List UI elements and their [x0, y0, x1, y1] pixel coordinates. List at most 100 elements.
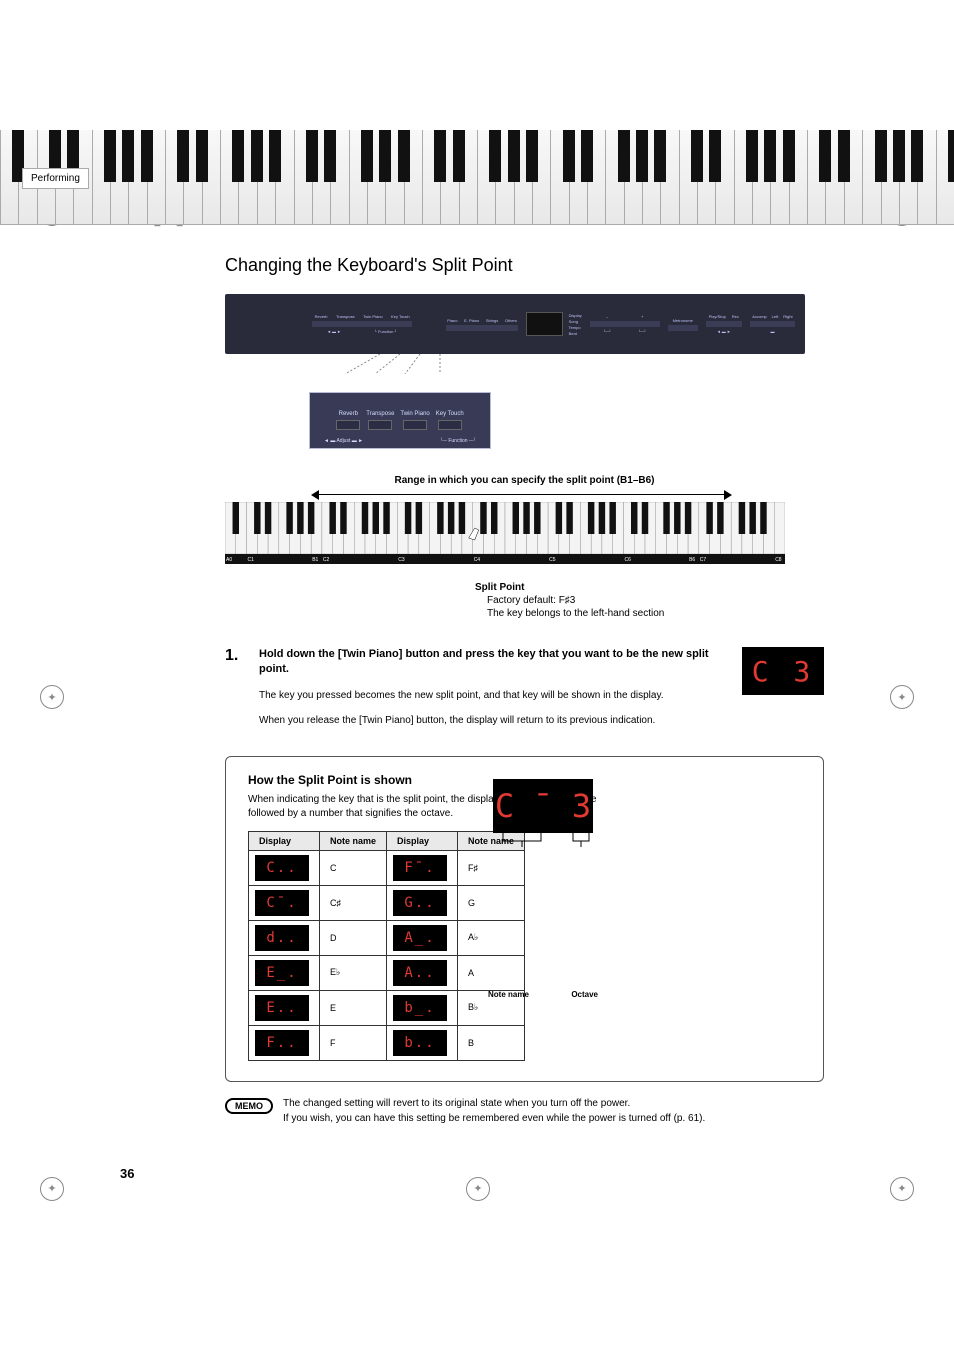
step-text: When you release the [Twin Piano] button… — [259, 713, 730, 728]
page-number: 36 — [120, 1166, 954, 1181]
panel-sub: ◄ ▬ ► — [327, 329, 341, 334]
panel-sub: └─┘ — [638, 329, 647, 334]
memo-text: The changed setting will revert to its o… — [283, 1096, 705, 1111]
svg-text:B6: B6 — [689, 557, 695, 563]
panel-label: Strings — [486, 318, 498, 323]
table-header: Display — [249, 831, 320, 850]
note-name-cell: E♭ — [320, 955, 387, 990]
seven-segment-display: C 3 — [742, 647, 824, 695]
svg-text:C2: C2 — [323, 557, 330, 563]
svg-text:C5: C5 — [549, 557, 556, 563]
panel-zoom-graphic: Reverb Transpose Twin Piano Key Touch ◄ … — [309, 392, 491, 449]
callout-default: Factory default: F♯3 — [487, 595, 824, 606]
table-header: Note name — [320, 831, 387, 850]
panel-sub: └─┘ — [603, 329, 612, 334]
annotation-label: Octave — [571, 990, 598, 999]
panel-label: Right — [783, 314, 792, 319]
seven-segment-display: C.. — [255, 855, 309, 881]
table-row: E_.E♭A..A — [249, 955, 525, 990]
panel-label: Transpose — [336, 314, 355, 319]
svg-text:C7: C7 — [700, 557, 707, 563]
callout-note: The key belongs to the left-hand section — [487, 608, 824, 619]
panel-label: Play/Stop — [709, 314, 726, 319]
table-row: F.. Fb.. B — [249, 1025, 525, 1060]
panel-label: + — [641, 314, 643, 319]
seven-segment-display: C ¯ 3 — [493, 779, 593, 833]
seven-segment-display: G.. — [393, 890, 447, 916]
panel-label: Metronome — [673, 318, 693, 323]
crop-mark-icon: ✦ — [890, 1177, 914, 1201]
seven-segment-display: b.. — [393, 1030, 447, 1056]
note-name-cell: B — [458, 1025, 525, 1060]
panel-label: Rec — [732, 314, 739, 319]
note-name-cell: C♯ — [320, 885, 387, 920]
panel-sub: └ Function ┘ — [374, 329, 397, 334]
panel-label: Others — [505, 318, 517, 323]
panel-label: Song — [569, 319, 582, 324]
step-text: The key you pressed becomes the new spli… — [259, 688, 730, 703]
table-row: C¯.C♯G..G — [249, 885, 525, 920]
zoom-label: Transpose — [366, 411, 394, 417]
table-row: C..CF¯.F♯ — [249, 850, 525, 885]
zoom-label: Key Touch — [436, 411, 464, 417]
memo-badge: MEMO — [225, 1098, 273, 1114]
section-tab: Performing — [22, 168, 89, 189]
zoom-sub: ◄ ▬ Adjust ▬ ► — [324, 438, 363, 444]
panel-label: Beat — [569, 331, 582, 336]
panel-label: Piano — [447, 318, 457, 323]
crop-mark-icon: ✦ — [40, 685, 64, 709]
seven-segment-display: b_. — [393, 995, 447, 1021]
zoom-label: Reverb — [339, 411, 358, 417]
note-name-cell: F — [320, 1025, 387, 1060]
memo-text: If you wish, you can have this setting b… — [283, 1111, 705, 1126]
panel-sub: ▬ — [770, 329, 774, 334]
control-panel-graphic: Reverb Transpose Twin Piano Key Touch ◄ … — [225, 294, 805, 354]
range-label: Range in which you can specify the split… — [225, 475, 824, 486]
svg-text:A0: A0 — [226, 557, 232, 563]
keyboard-diagram: A0C1B1C2C3C4C5C6B6C7C8 (function(){ cons… — [225, 502, 785, 564]
zoom-sub: └─ Function ─┘ — [440, 438, 476, 444]
crop-mark-icon: ✦ — [466, 1177, 490, 1201]
panel-sub: ◄ ▬ ► — [717, 329, 731, 334]
split-point-callout: Split Point Factory default: F♯3 The key… — [475, 582, 824, 619]
panel-label: E. Piano — [464, 318, 479, 323]
svg-text:C1: C1 — [248, 557, 255, 563]
note-name-cell: E — [320, 990, 387, 1025]
panel-label: – — [606, 314, 608, 319]
annotated-display: C ¯ 3 Note name Octave — [493, 779, 793, 999]
section-heading: Changing the Keyboard's Split Point — [225, 255, 824, 276]
note-name-cell: D — [320, 920, 387, 955]
step-number: 1. — [225, 647, 247, 728]
seven-segment-display: C¯. — [255, 890, 309, 916]
svg-text:C3: C3 — [398, 557, 405, 563]
panel-label: Left — [772, 314, 779, 319]
svg-text:B1: B1 — [312, 557, 318, 563]
crop-mark-icon: ✦ — [40, 1177, 64, 1201]
panel-label: Display — [569, 313, 582, 318]
range-arrow — [225, 490, 824, 500]
panel-label: Reverb — [315, 314, 328, 319]
seven-segment-display: F¯. — [393, 855, 447, 881]
svg-text:C8: C8 — [775, 557, 782, 563]
svg-text:C4: C4 — [474, 557, 481, 563]
seven-segment-display: A.. — [393, 960, 447, 986]
table-row: d..DA_.A♭ — [249, 920, 525, 955]
seven-segment-display: E_. — [255, 960, 309, 986]
table-row: E..Eb_.B♭ — [249, 990, 525, 1025]
seven-segment-display: d.. — [255, 925, 309, 951]
annotation-label: Note name — [488, 990, 529, 999]
crop-mark-icon: ✦ — [890, 685, 914, 709]
panel-label: Tempo — [569, 325, 582, 330]
seven-segment-display: F.. — [255, 1030, 309, 1056]
seven-segment-display: E.. — [255, 995, 309, 1021]
piano-keys-banner: for(let i=0;i<52;i++)document.write('<di… — [0, 130, 954, 225]
table-header: Display — [387, 831, 458, 850]
panel-label: Twin Piano — [363, 314, 383, 319]
panel-label: Key Touch — [391, 314, 410, 319]
callout-title: Split Point — [475, 582, 824, 593]
step-instruction: Hold down the [Twin Piano] button and pr… — [259, 647, 730, 678]
panel-label: Accomp — [752, 314, 766, 319]
svg-text:C6: C6 — [625, 557, 632, 563]
note-name-cell: C — [320, 850, 387, 885]
zoom-label: Twin Piano — [400, 411, 429, 417]
